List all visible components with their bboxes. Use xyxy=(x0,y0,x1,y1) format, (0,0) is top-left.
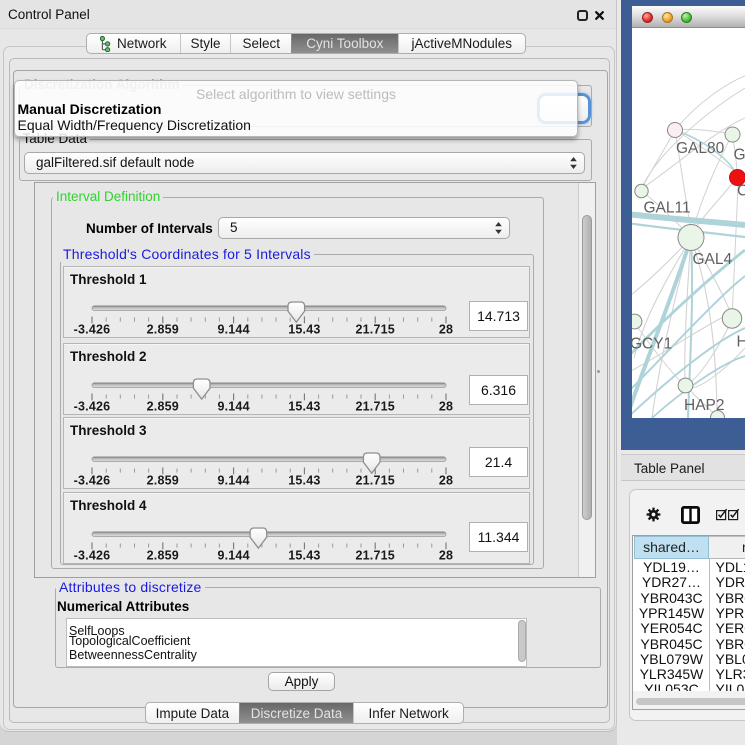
svg-text:GAL80: GAL80 xyxy=(676,140,725,157)
svg-text:-3.426: -3.426 xyxy=(74,474,111,488)
svg-text:9.144: 9.144 xyxy=(217,474,249,488)
svg-text:-3.426: -3.426 xyxy=(74,549,111,563)
svg-text:15.43: 15.43 xyxy=(288,400,320,414)
svg-text:-3.426: -3.426 xyxy=(74,400,111,414)
svg-text:2.859: 2.859 xyxy=(147,549,179,563)
svg-text:2.859: 2.859 xyxy=(147,474,179,488)
svg-text:HAP2: HAP2 xyxy=(684,397,725,414)
svg-text:G.: G. xyxy=(734,147,745,164)
svg-text:21.715: 21.715 xyxy=(355,323,394,337)
svg-text:28: 28 xyxy=(439,400,453,414)
svg-text:9.144: 9.144 xyxy=(217,323,249,337)
svg-text:28: 28 xyxy=(439,323,453,337)
svg-text:21.715: 21.715 xyxy=(355,474,394,488)
svg-text:21.715: 21.715 xyxy=(355,549,394,563)
svg-text:15.43: 15.43 xyxy=(288,323,320,337)
svg-text:GAL11: GAL11 xyxy=(644,200,691,217)
svg-text:15.43: 15.43 xyxy=(288,474,320,488)
svg-text:H: H xyxy=(737,334,745,351)
svg-text:21.715: 21.715 xyxy=(355,400,394,414)
svg-text:9.144: 9.144 xyxy=(217,549,249,563)
svg-text:GCY1: GCY1 xyxy=(632,336,672,353)
svg-text:C: C xyxy=(737,183,745,200)
svg-text:28: 28 xyxy=(439,549,453,563)
svg-text:GAL4: GAL4 xyxy=(693,251,733,268)
svg-text:-3.426: -3.426 xyxy=(74,323,111,337)
svg-text:28: 28 xyxy=(439,474,453,488)
svg-text:2.859: 2.859 xyxy=(147,400,179,414)
svg-text:15.43: 15.43 xyxy=(288,549,320,563)
svg-text:2.859: 2.859 xyxy=(147,323,179,337)
svg-text:9.144: 9.144 xyxy=(217,400,249,414)
